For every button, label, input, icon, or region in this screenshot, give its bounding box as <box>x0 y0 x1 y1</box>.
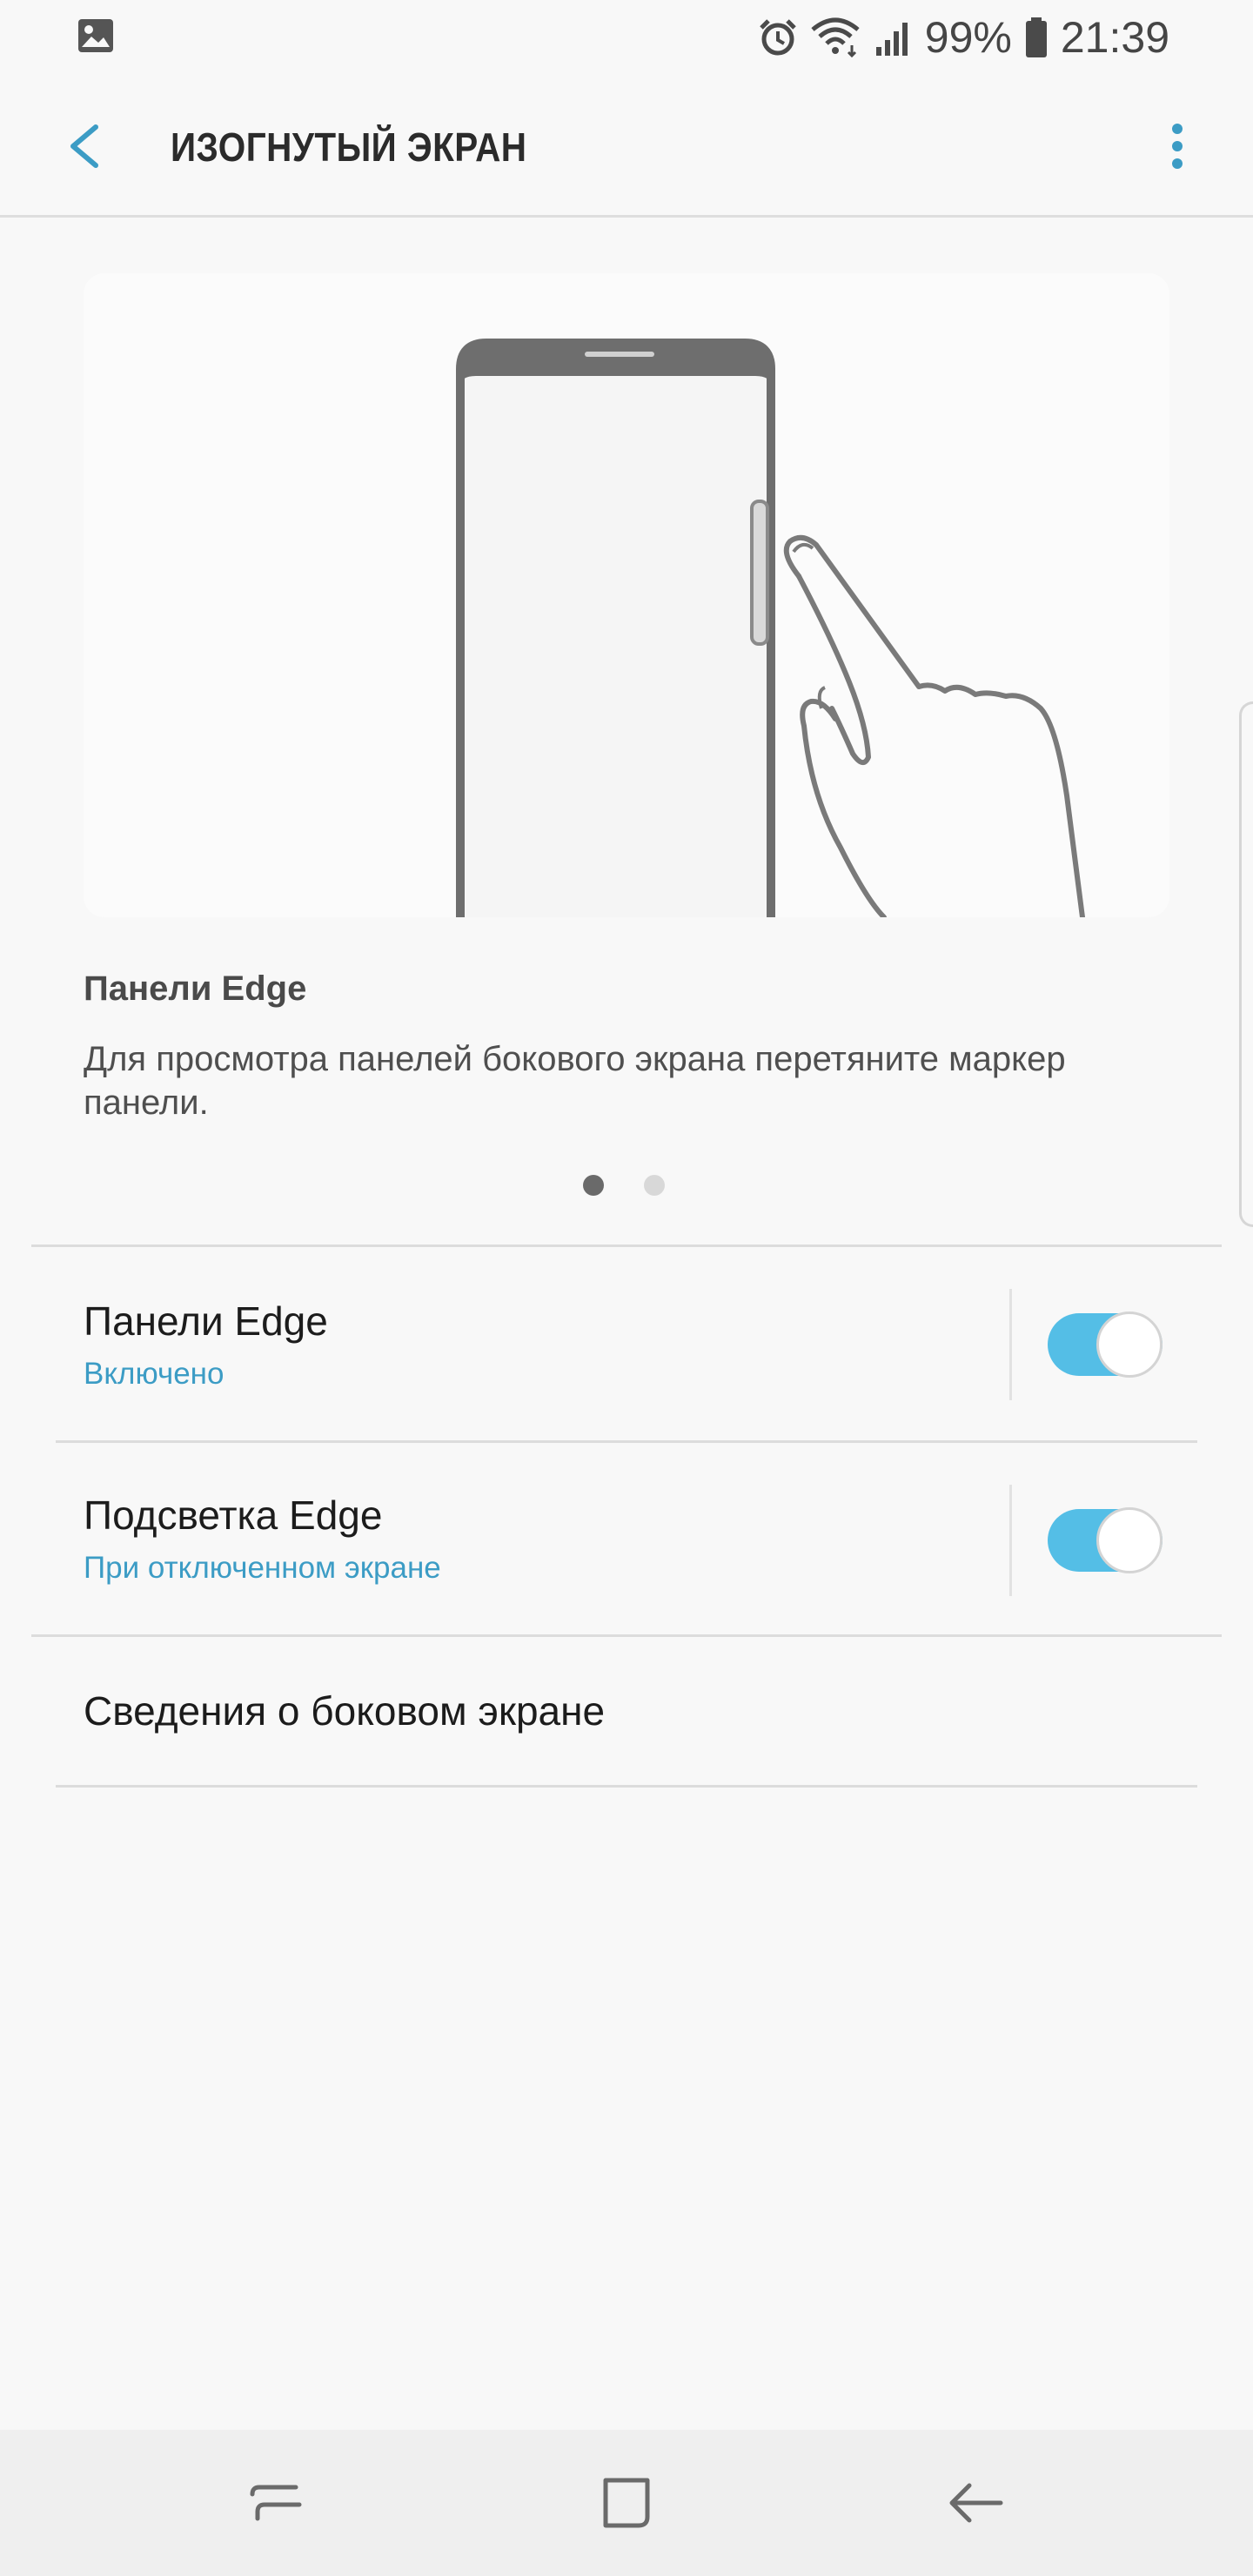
clock: 21:39 <box>1060 13 1169 62</box>
status-bar: 99% 21:39 <box>0 0 1253 75</box>
edge-lighting-status: При отключенном экране <box>84 1551 441 1585</box>
page-dot-1[interactable] <box>583 1175 604 1196</box>
toggle-knob <box>1096 1311 1163 1378</box>
row-separator <box>1009 1289 1012 1400</box>
edge-panel-illustration[interactable] <box>84 273 1169 917</box>
about-edge-screen-row[interactable]: Сведения о боковом экране <box>0 1637 1253 1785</box>
edge-lighting-row[interactable]: Подсветка Edge При отключенном экране <box>0 1443 1253 1636</box>
edge-panels-toggle[interactable] <box>1048 1311 1163 1378</box>
row-divider <box>56 1785 1197 1788</box>
wifi-icon <box>810 17 861 57</box>
page-dot-2[interactable] <box>644 1175 665 1196</box>
signal-icon <box>873 17 913 57</box>
home-icon[interactable] <box>592 2468 661 2538</box>
toggle-knob <box>1096 1507 1163 1573</box>
illustration-description: Для просмотра панелей бокового экрана пе… <box>84 1040 1066 1122</box>
row-separator <box>1009 1485 1012 1596</box>
page-indicator <box>583 1175 665 1196</box>
app-bar: ИЗОГНУТЫЙ ЭКРАН <box>0 75 1253 218</box>
edge-panels-row[interactable]: Панели Edge Включено <box>0 1247 1253 1440</box>
battery-icon <box>1024 17 1049 57</box>
back-arrow-icon[interactable] <box>52 111 122 181</box>
alarm-icon <box>758 17 798 57</box>
recent-apps-icon[interactable] <box>242 2468 312 2538</box>
edge-lighting-title: Подсветка Edge <box>84 1493 383 1538</box>
navigation-bar <box>0 2430 1253 2576</box>
gallery-icon <box>77 17 115 58</box>
edge-panels-status: Включено <box>84 1357 224 1391</box>
back-icon[interactable] <box>941 2468 1011 2538</box>
page-title: ИЗОГНУТЫЙ ЭКРАН <box>171 124 527 170</box>
about-edge-screen-title: Сведения о боковом экране <box>84 1688 606 1734</box>
more-options-icon[interactable] <box>1147 111 1208 181</box>
battery-percent: 99% <box>924 13 1012 62</box>
edge-lighting-toggle[interactable] <box>1048 1507 1163 1573</box>
illustration-title: Панели Edge <box>84 969 307 1008</box>
edge-panels-title: Панели Edge <box>84 1298 328 1344</box>
edge-panel-handle[interactable] <box>1239 701 1253 1227</box>
